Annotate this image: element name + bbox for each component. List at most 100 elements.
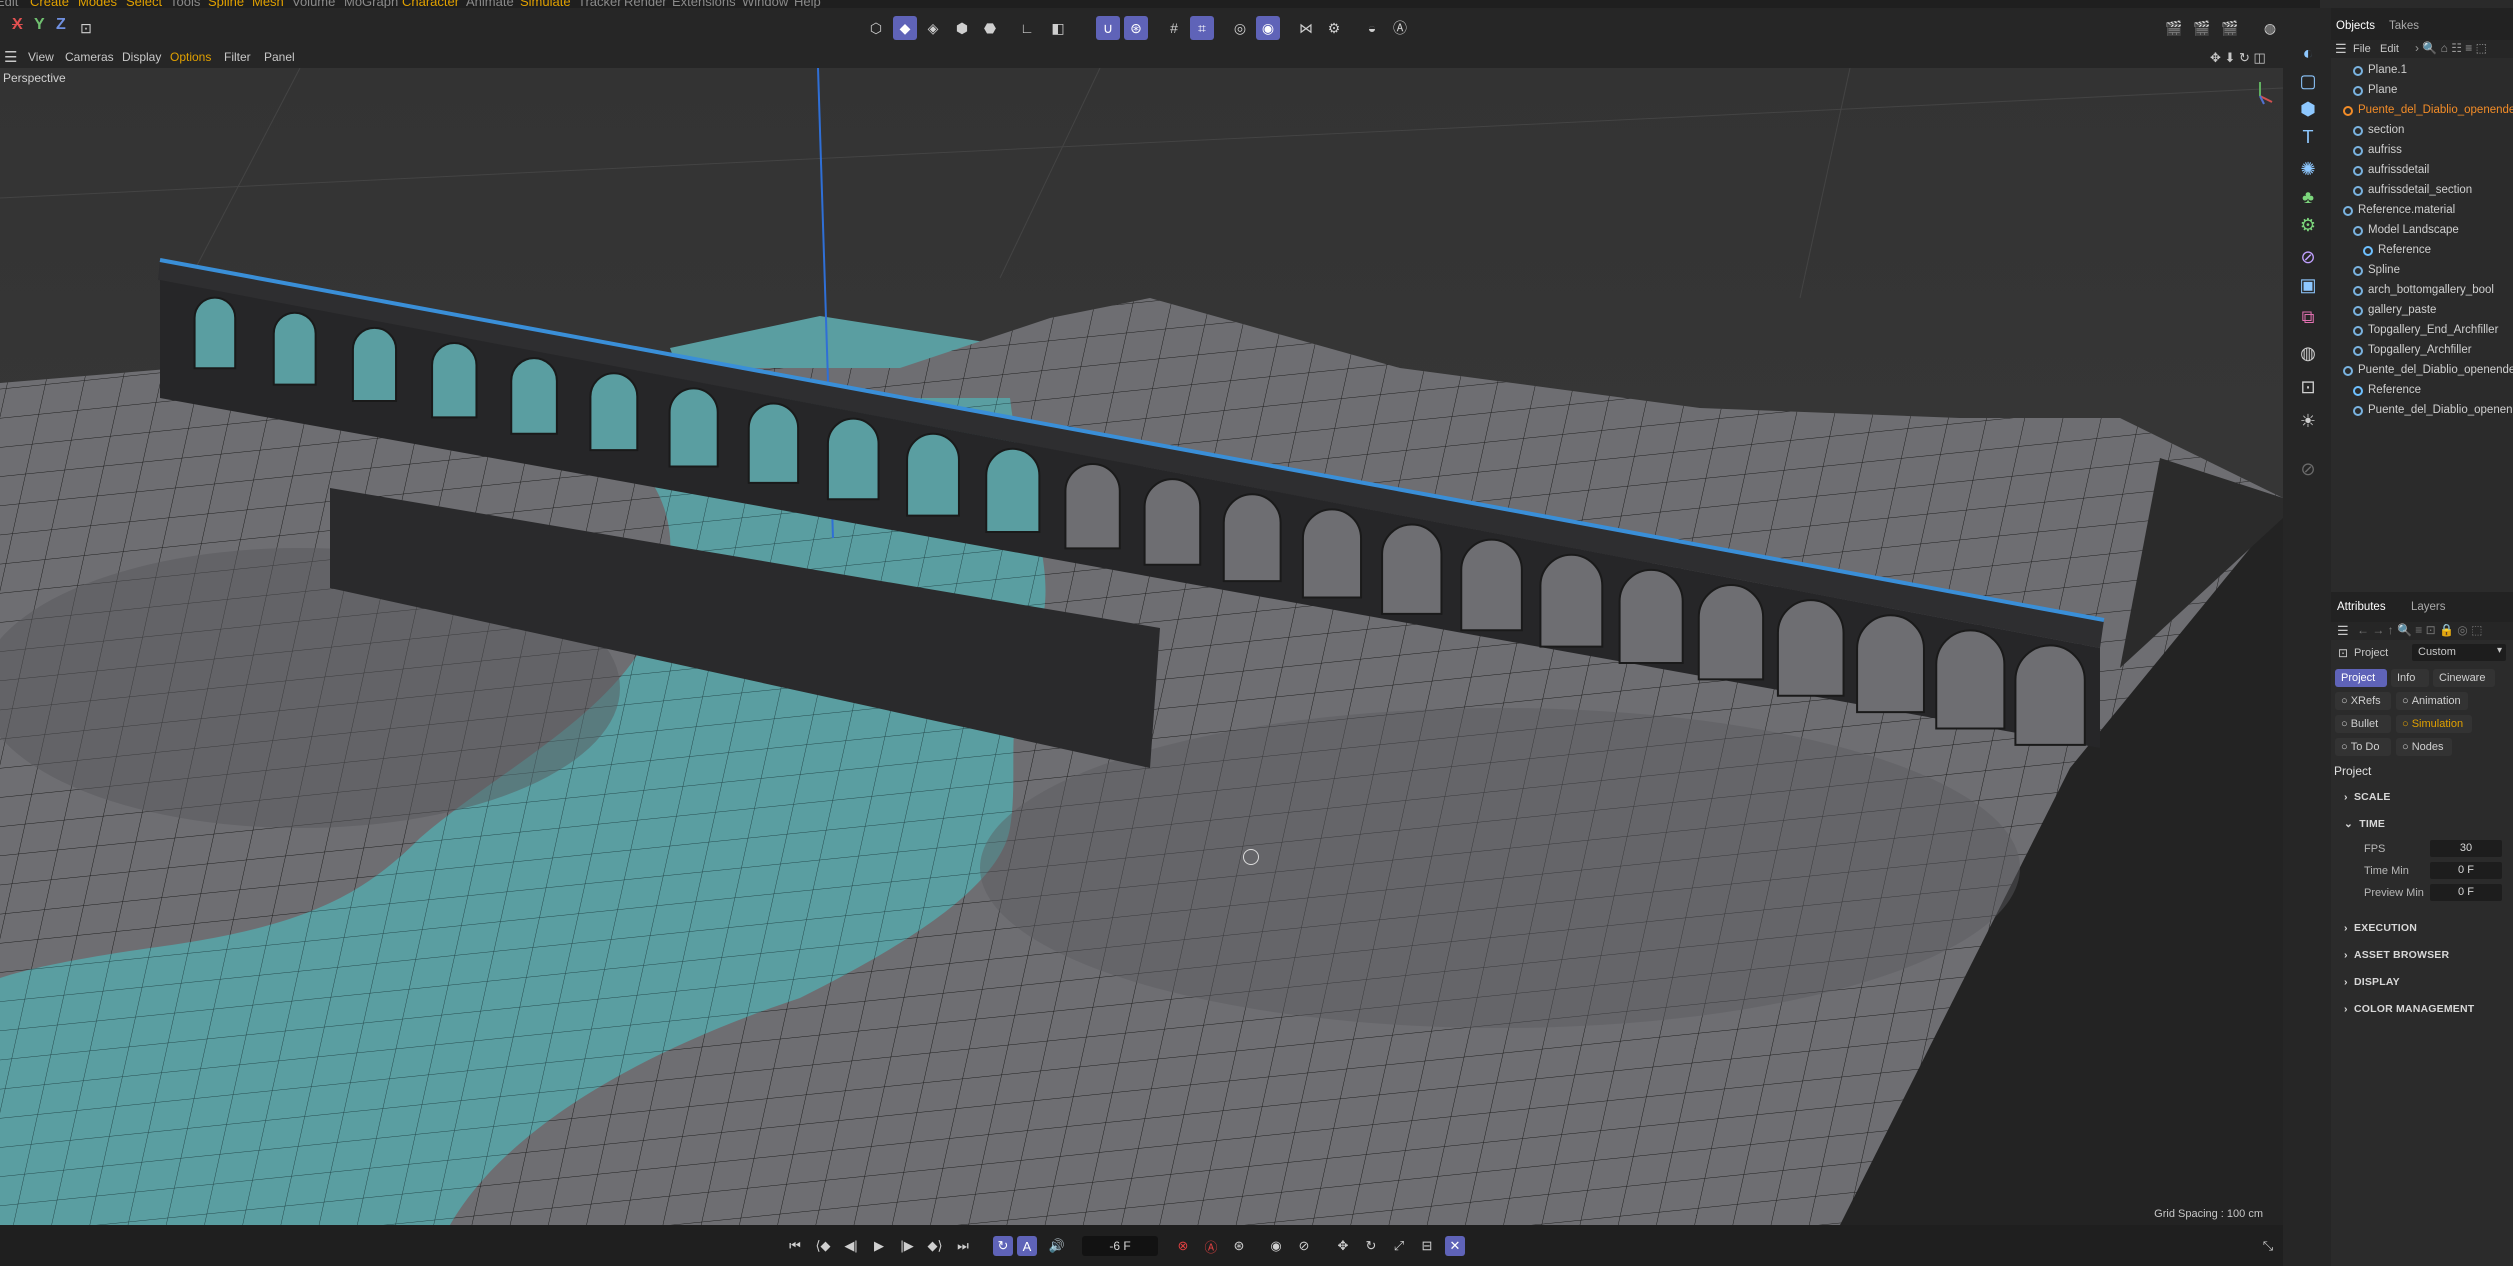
viewport-hamburger-icon[interactable]: ☰: [4, 48, 17, 66]
solo-hierarchy-icon[interactable]: ◉: [1256, 16, 1280, 40]
loop-icon[interactable]: ↻: [993, 1236, 1013, 1256]
key-parameters-icon[interactable]: ⊟: [1417, 1236, 1437, 1256]
generator-icon[interactable]: ⬢: [2295, 96, 2321, 122]
section-execution[interactable]: › EXECUTION: [2344, 922, 2417, 934]
coordinate-system-icon[interactable]: ⊡: [74, 16, 98, 40]
previous-key-icon[interactable]: ⟨◆: [813, 1236, 833, 1256]
x-axis-lock[interactable]: X: [12, 16, 23, 34]
todo-tab-button[interactable]: ○ To Do: [2335, 738, 2391, 756]
texture-mode-icon[interactable]: ◆: [893, 16, 917, 40]
menu-mograph[interactable]: MoGraph: [344, 0, 398, 8]
objects-search-tools-icon[interactable]: › 🔍 ⌂ ☷ ≡ ⬚: [2415, 41, 2487, 55]
field-icon[interactable]: ⊘: [2295, 244, 2321, 270]
section-time[interactable]: ⌄ TIME: [2344, 818, 2385, 830]
nodes-tab-button[interactable]: ○ Nodes: [2396, 738, 2452, 756]
menu-animate[interactable]: Animate: [466, 0, 514, 8]
render-settings-icon[interactable]: Ⓐ: [1388, 16, 1412, 40]
menu-extensions[interactable]: Extensions: [672, 0, 736, 8]
record-icon[interactable]: ⊗: [1173, 1236, 1193, 1256]
menu-character[interactable]: Character: [402, 0, 459, 8]
menu-simulate[interactable]: Simulate: [520, 0, 571, 8]
text-spline-icon[interactable]: T: [2295, 124, 2321, 150]
object-list-item[interactable]: Puente_del_Diablio_openended: [2331, 401, 2513, 421]
menu-modes[interactable]: Modes: [78, 0, 117, 8]
motion-record-icon[interactable]: ◉: [1266, 1236, 1286, 1256]
auto-key-icon[interactable]: Ⓐ: [1201, 1236, 1221, 1256]
menu-volume[interactable]: Volume: [292, 0, 335, 8]
objects-menu-edit[interactable]: Edit: [2380, 43, 2399, 55]
object-list-item[interactable]: aufriss: [2331, 141, 2513, 161]
tab-layers[interactable]: Layers: [2411, 601, 2446, 613]
object-list-item[interactable]: Topgallery_Archfiller: [2331, 341, 2513, 361]
section-scale[interactable]: › SCALE: [2344, 791, 2391, 803]
volume-icon[interactable]: ⧉: [2295, 304, 2321, 330]
attributes-hamburger-icon[interactable]: ☰: [2337, 623, 2349, 639]
edges-mode-icon[interactable]: ⬢: [950, 16, 974, 40]
mode-dropdown[interactable]: Custom ▾: [2412, 644, 2506, 661]
next-frame-icon[interactable]: |▶: [897, 1236, 917, 1256]
viewport-menu-display[interactable]: Display: [122, 50, 161, 64]
light-icon[interactable]: ☀: [2295, 408, 2321, 434]
menu-render[interactable]: Render: [624, 0, 667, 8]
pen-spline-icon[interactable]: ▢: [2295, 68, 2321, 94]
object-list-item[interactable]: Puente_del_Diablio_openended: [2331, 361, 2513, 381]
uv-mode-icon[interactable]: ◧: [1046, 16, 1070, 40]
snap-icon[interactable]: ∪: [1096, 16, 1120, 40]
time-min-field[interactable]: 0 F: [2430, 862, 2502, 879]
timeline-expand-icon[interactable]: ⤡: [2258, 1236, 2278, 1256]
menu-spline[interactable]: Spline: [208, 0, 244, 8]
clapper-render-queue-icon[interactable]: 🎬: [2218, 16, 2242, 40]
object-list-item[interactable]: Spline: [2331, 261, 2513, 281]
grid-snap-icon[interactable]: #: [1162, 16, 1186, 40]
object-list-item[interactable]: arch_bottomgallery_bool: [2331, 281, 2513, 301]
section-asset-browser[interactable]: › ASSET BROWSER: [2344, 949, 2449, 961]
key-position-icon[interactable]: ✥: [1333, 1236, 1353, 1256]
section-color-management[interactable]: › COLOR MANAGEMENT: [2344, 1003, 2474, 1015]
objects-menu-file[interactable]: File: [2353, 43, 2371, 55]
points-mode-icon[interactable]: ◈: [921, 16, 945, 40]
menu-tracker[interactable]: Tracker: [578, 0, 622, 8]
info-tab-button[interactable]: Info: [2391, 669, 2429, 687]
3d-viewport[interactable]: [0, 68, 2283, 1225]
project-tab-button[interactable]: Project: [2335, 669, 2387, 687]
camera-icon[interactable]: ▣: [2295, 272, 2321, 298]
current-frame-field[interactable]: -6 F: [1082, 1236, 1158, 1256]
object-list-item[interactable]: Reference: [2331, 381, 2513, 401]
mograph-cloner-icon[interactable]: ♣: [2295, 184, 2321, 210]
menu-select[interactable]: Select: [126, 0, 162, 8]
interactive-render-icon[interactable]: ◍: [2258, 16, 2282, 40]
object-list-item[interactable]: Puente_del_Diablio_openended: [2331, 101, 2513, 121]
render-view-icon[interactable]: ◒: [1360, 16, 1384, 40]
viewport-menu-options[interactable]: Options: [170, 50, 211, 64]
snap-settings-icon[interactable]: ⊛: [1124, 16, 1148, 40]
deformer-icon[interactable]: ✺: [2295, 156, 2321, 182]
playback-rate-icon[interactable]: A: [1017, 1236, 1037, 1256]
simulation-tab-button[interactable]: ○ Simulation: [2396, 715, 2472, 733]
object-list-item[interactable]: Reference: [2331, 241, 2513, 261]
bullet-tab-button[interactable]: ○ Bullet: [2335, 715, 2391, 733]
fps-field[interactable]: 30: [2430, 840, 2502, 857]
viewport-menu-cameras[interactable]: Cameras: [65, 50, 114, 64]
key-pla-icon[interactable]: ✕: [1445, 1236, 1465, 1256]
key-rotation-icon[interactable]: ↻: [1361, 1236, 1381, 1256]
tab-objects[interactable]: Objects: [2336, 20, 2375, 32]
viewport-menu-filter[interactable]: Filter: [224, 50, 251, 64]
y-axis-lock[interactable]: Y: [34, 16, 45, 34]
menu-help[interactable]: Help: [794, 0, 821, 8]
cube-create-icon[interactable]: ◐: [2295, 40, 2321, 66]
go-to-end-icon[interactable]: ⏭: [953, 1236, 973, 1256]
object-list-item[interactable]: gallery_paste: [2331, 301, 2513, 321]
workplane-icon[interactable]: ⌗: [1190, 16, 1214, 40]
menu-edit[interactable]: Edit: [0, 0, 18, 8]
object-list-item[interactable]: aufrissdetail: [2331, 161, 2513, 181]
object-list-item[interactable]: Plane.1: [2331, 61, 2513, 81]
settings-gear-icon[interactable]: ⚙: [1322, 16, 1346, 40]
objects-hamburger-icon[interactable]: ☰: [2335, 41, 2347, 57]
xrefs-tab-button[interactable]: ○ XRefs: [2335, 692, 2391, 710]
cineware-tab-button[interactable]: Cineware: [2433, 669, 2495, 687]
preview-min-field[interactable]: 0 F: [2430, 884, 2502, 901]
keyframe-selection-icon[interactable]: ⊛: [1229, 1236, 1249, 1256]
menu-mesh[interactable]: Mesh: [252, 0, 284, 8]
object-list-item[interactable]: Model Landscape: [2331, 221, 2513, 241]
play-icon[interactable]: ▶: [869, 1236, 889, 1256]
